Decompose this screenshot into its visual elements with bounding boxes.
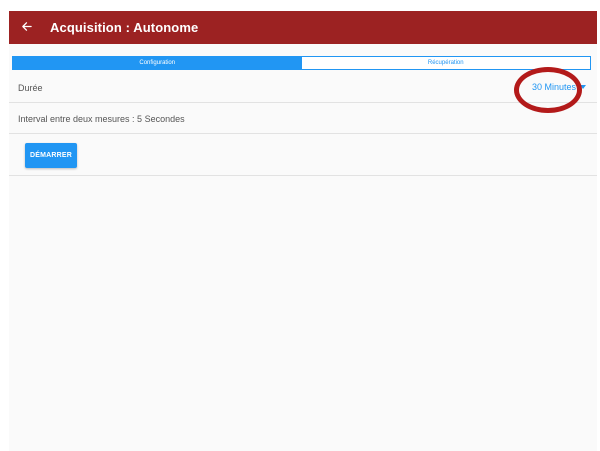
app-bar: Acquisition : Autonome <box>9 11 597 44</box>
tab-recuperation[interactable]: Récupération <box>302 57 591 69</box>
tab-configuration[interactable]: Configuration <box>13 57 302 69</box>
app-window: Acquisition : Autonome Configuration Réc… <box>9 11 597 451</box>
duration-row: Durée 30 Minutes <box>9 73 597 103</box>
interval-row: Interval entre deux mesures : 5 Secondes <box>9 103 597 134</box>
tab-bar: Configuration Récupération <box>12 56 591 70</box>
arrow-left-icon <box>21 19 32 37</box>
back-button[interactable] <box>11 11 41 44</box>
page-title: Acquisition : Autonome <box>50 20 199 35</box>
duration-select[interactable]: 30 Minutes <box>532 82 586 92</box>
action-row: DÉMARRER <box>9 134 597 176</box>
interval-text: Interval entre deux mesures : 5 Secondes <box>18 114 185 124</box>
start-button[interactable]: DÉMARRER <box>25 143 77 168</box>
dropdown-arrow-icon <box>580 85 586 89</box>
duration-label: Durée <box>18 83 43 93</box>
duration-value: 30 Minutes <box>531 82 576 92</box>
